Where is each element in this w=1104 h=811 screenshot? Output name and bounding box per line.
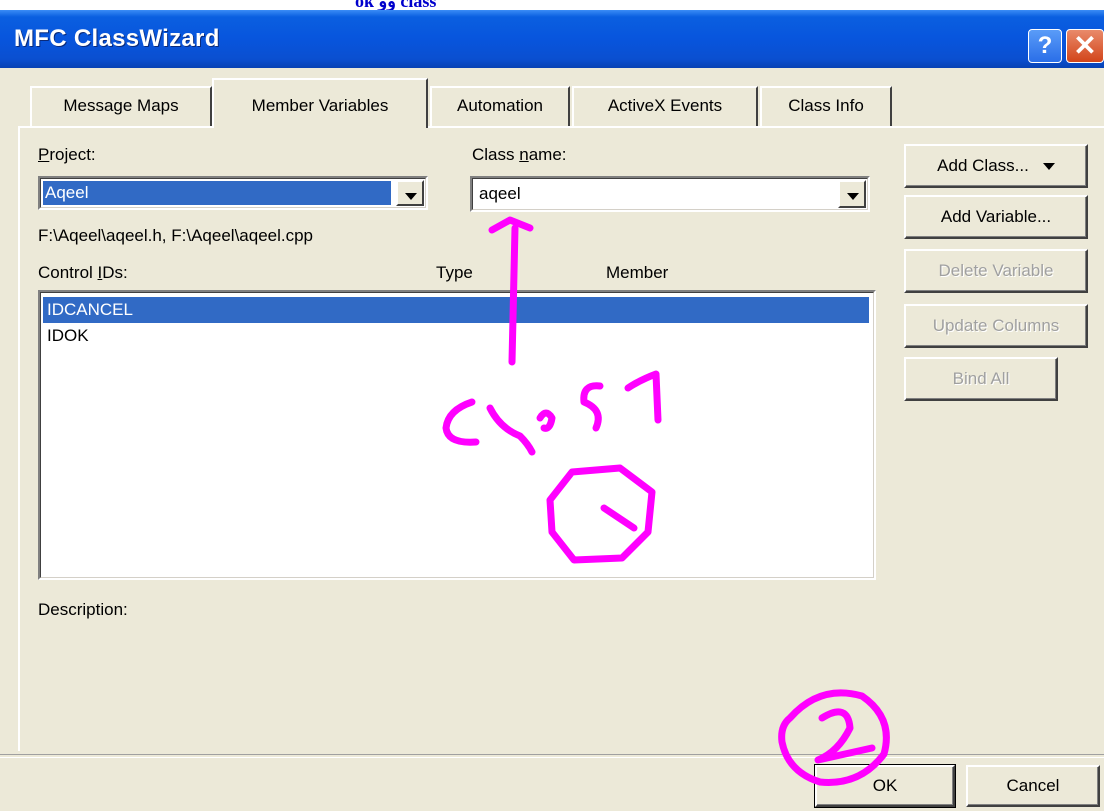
annotation-letter-s1: [580, 382, 604, 432]
handwritten-annotations: [442, 216, 890, 786]
annotation-circle-2: [778, 689, 890, 786]
annotation-letter-l: [486, 404, 536, 456]
annotation-arrow: [508, 224, 519, 366]
annotation-number-1: [600, 504, 638, 532]
annotation-arrowhead: [488, 216, 534, 234]
annotation-number-2: [814, 708, 876, 764]
annotation-letter-c: [442, 398, 480, 446]
annotation-letter-s2: [624, 370, 662, 424]
annotation-circle-1: [546, 464, 656, 564]
annotation-letter-a: [536, 409, 556, 432]
